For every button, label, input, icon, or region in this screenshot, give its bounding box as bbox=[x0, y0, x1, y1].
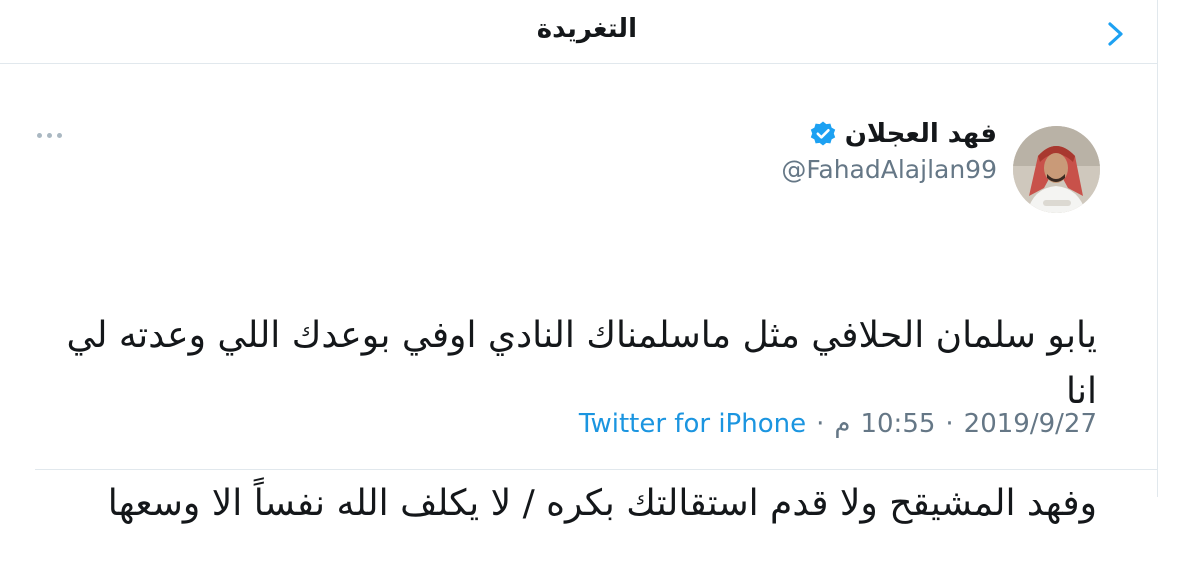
separator-dot: · bbox=[816, 409, 825, 439]
author-name-row: فهد العجلان bbox=[809, 117, 997, 151]
side-panel bbox=[1158, 0, 1200, 497]
chevron-right-icon[interactable] bbox=[1099, 17, 1133, 51]
tweet-time: 10:55 bbox=[860, 409, 936, 439]
tweet-date: 2019/9/27 bbox=[963, 409, 1097, 439]
source-link[interactable]: Twitter for iPhone bbox=[579, 409, 806, 439]
top-bar: التغريدة bbox=[0, 0, 1157, 64]
tweet-ampm: م bbox=[834, 409, 851, 439]
verified-badge-icon bbox=[810, 121, 835, 146]
page-title: التغريدة bbox=[536, 14, 637, 44]
more-options-icon[interactable] bbox=[35, 123, 65, 147]
tweet-text-line: يابو سلمان الحلافي مثل ماسلمناك النادي ا… bbox=[66, 315, 1097, 412]
display-name[interactable]: فهد العجلان bbox=[845, 119, 997, 149]
user-handle[interactable]: @FahadAlajlan99 bbox=[781, 155, 997, 184]
tweet-metadata: 2019/9/27 · 10:55 م · Twitter for iPhone bbox=[579, 409, 1097, 439]
tweet-detail-page: التغريدة فهد العجلان @FahadAlajlan99 ياب… bbox=[0, 0, 1157, 524]
tweet-text-line: وفهد المشيقح ولا قدم استقالتك بكره / لا … bbox=[107, 483, 1097, 524]
avatar[interactable] bbox=[1013, 126, 1100, 213]
divider bbox=[35, 469, 1157, 470]
separator-dot: · bbox=[945, 409, 954, 439]
